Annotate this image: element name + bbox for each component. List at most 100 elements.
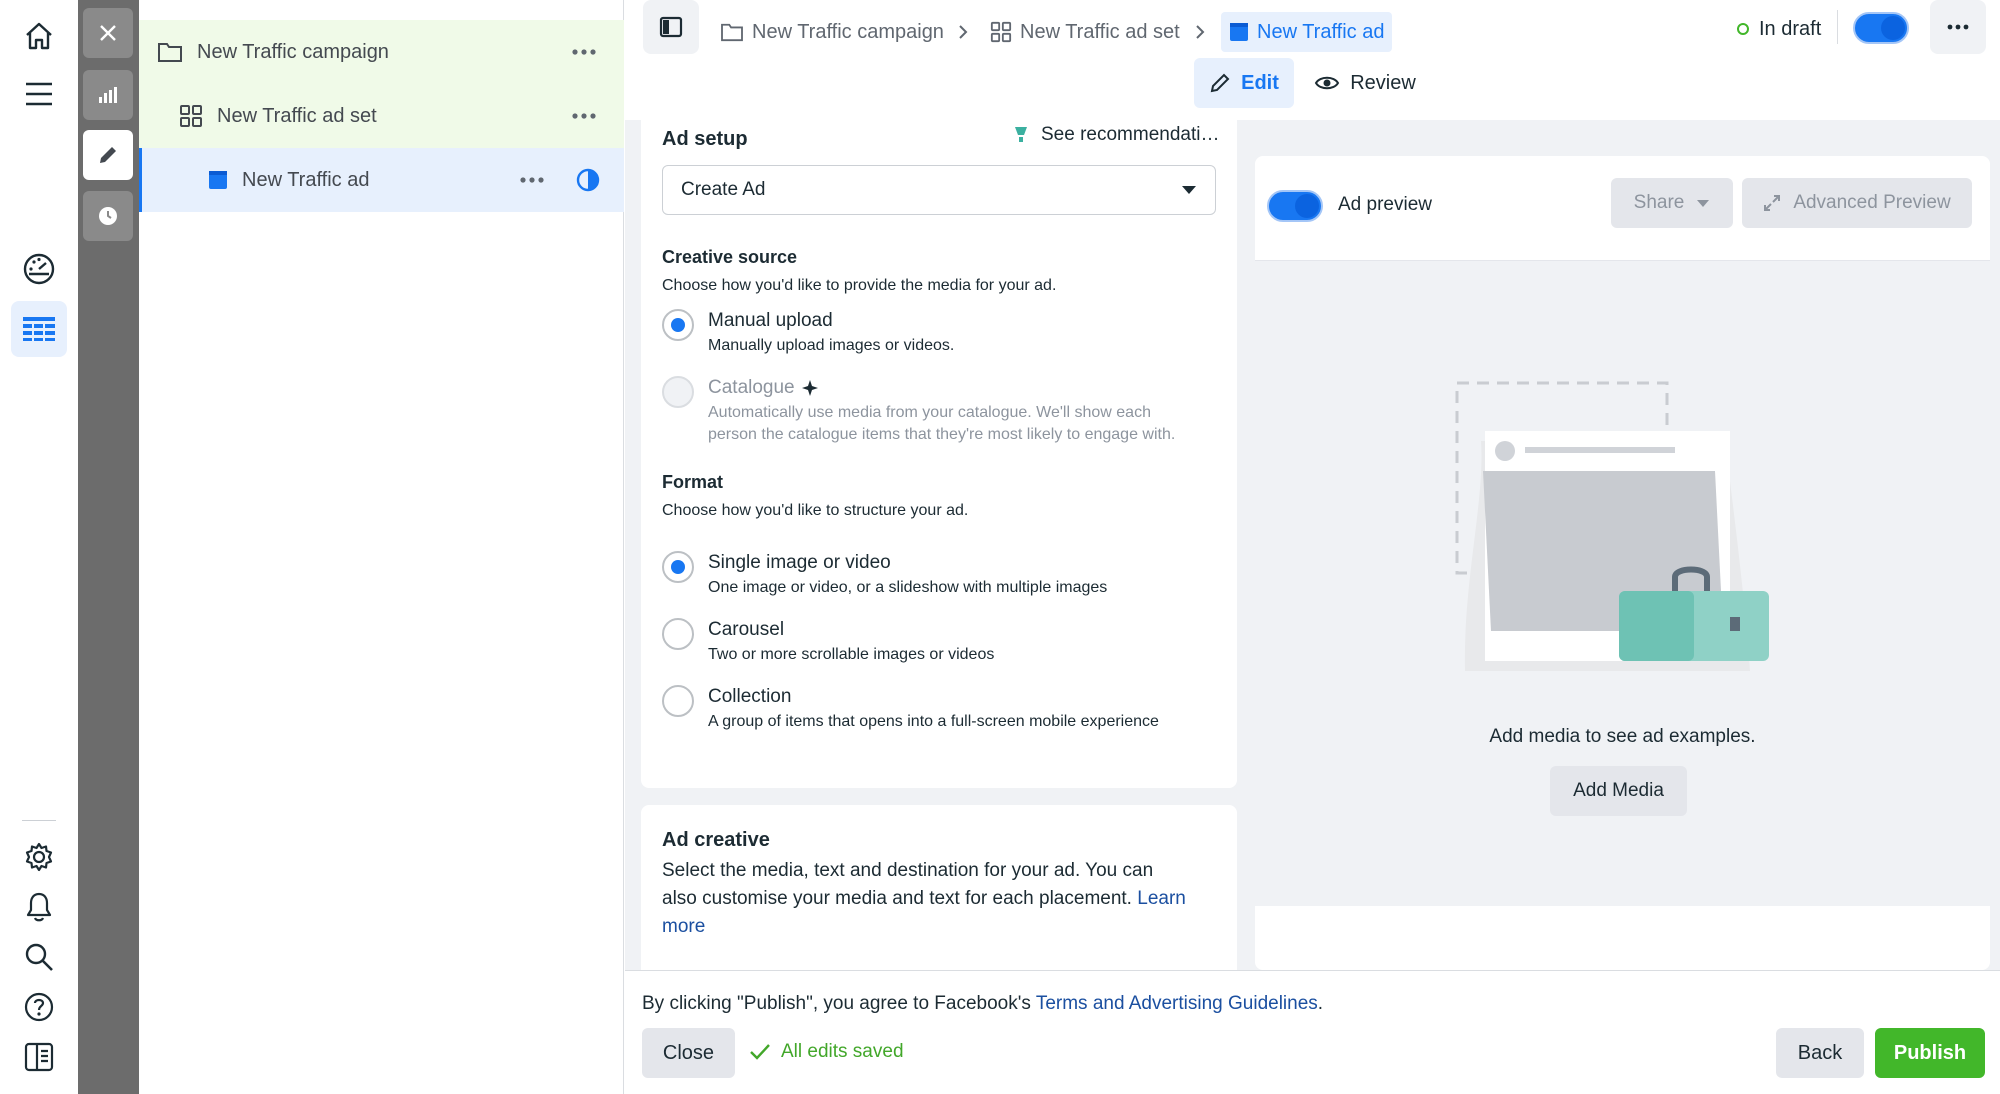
preview-column: Ad preview Share Advanced Preview Add me… xyxy=(1245,120,2000,970)
ad-setup-column: Ad setup See recommendati… Create Ad Cre… xyxy=(625,120,1245,970)
half-circle-status-icon[interactable] xyxy=(576,168,600,192)
terms-link[interactable]: Terms and Advertising Guidelines xyxy=(1036,993,1318,1014)
chart-icon[interactable] xyxy=(83,70,133,120)
ad-preview-label: Ad preview xyxy=(1338,194,1432,215)
notifications-icon[interactable] xyxy=(11,879,67,935)
save-status: All edits saved xyxy=(749,1041,904,1063)
editor-rail xyxy=(78,0,139,1094)
help-icon[interactable] xyxy=(11,979,67,1035)
chevron-right-icon xyxy=(957,24,969,40)
nav-divider xyxy=(22,820,56,821)
chevron-right-icon xyxy=(1194,24,1206,40)
advanced-preview-button[interactable]: Advanced Preview xyxy=(1742,178,1972,228)
publish-notice-text: By clicking "Publish", you agree to Face… xyxy=(642,993,1031,1014)
more-options-icon[interactable] xyxy=(572,42,596,62)
format-desc: Choose how you'd like to structure your … xyxy=(662,502,969,519)
tab-review-label: Review xyxy=(1350,71,1416,94)
single-image-radio[interactable] xyxy=(662,551,694,583)
draft-status: In draft xyxy=(1737,14,1821,44)
publish-button[interactable]: Publish xyxy=(1875,1028,1985,1078)
creative-source-title: Creative source xyxy=(662,247,798,267)
sidebar-toggle-icon[interactable] xyxy=(643,0,699,54)
share-label: Share xyxy=(1633,192,1685,213)
ad-setup-title: Ad setup xyxy=(662,128,748,150)
more-options-icon[interactable] xyxy=(1930,0,1986,54)
caret-down-icon xyxy=(1181,185,1197,195)
edit-pencil-icon[interactable] xyxy=(83,130,133,180)
breadcrumb-campaign-label: New Traffic campaign xyxy=(752,20,944,43)
tree-ad-label: New Traffic ad xyxy=(242,168,370,191)
save-status-label: All edits saved xyxy=(781,1041,904,1062)
carousel-radio[interactable] xyxy=(662,618,694,650)
breadcrumb-campaign[interactable]: New Traffic campaign xyxy=(720,12,944,52)
back-button[interactable]: Back xyxy=(1776,1028,1864,1078)
catalogue-title: Catalogue xyxy=(708,377,795,398)
manual-upload-radio[interactable] xyxy=(662,309,694,341)
breadcrumb-adset[interactable]: New Traffic ad set xyxy=(990,12,1180,52)
folder-icon xyxy=(720,22,744,42)
share-button[interactable]: Share xyxy=(1611,178,1733,228)
ad-setup-card: Ad setup See recommendati… Create Ad Cre… xyxy=(641,120,1237,788)
expand-icon xyxy=(1763,194,1781,212)
eye-icon xyxy=(1314,74,1340,92)
breadcrumb-ad[interactable]: New Traffic ad xyxy=(1221,12,1393,52)
footer-bar: By clicking "Publish", you agree to Face… xyxy=(625,970,2000,1094)
carousel-desc: Two or more scrollable images or videos xyxy=(708,646,995,663)
left-nav xyxy=(0,0,78,1094)
more-options-icon[interactable] xyxy=(572,106,596,126)
collection-radio[interactable] xyxy=(662,685,694,717)
create-ad-select[interactable]: Create Ad xyxy=(662,165,1216,215)
more-options-icon[interactable] xyxy=(520,170,544,190)
ad-creative-desc-line1: Select the media, text and destination f… xyxy=(662,860,1154,881)
manual-upload-desc: Manually upload images or videos. xyxy=(708,337,955,354)
ad-status-toggle[interactable] xyxy=(1853,12,1909,44)
single-image-desc: One image or video, or a slideshow with … xyxy=(708,579,1108,596)
lightbulb-icon xyxy=(1013,125,1029,145)
ad-icon xyxy=(1229,22,1249,42)
campaign-tree: New Traffic campaign New Traffic ad set … xyxy=(139,0,624,1094)
tree-campaign-row[interactable]: New Traffic campaign xyxy=(139,20,624,84)
collection-title: Collection xyxy=(708,686,792,707)
manual-upload-title: Manual upload xyxy=(708,310,833,331)
close-button[interactable]: Close xyxy=(642,1028,735,1078)
learn-more-link-cont[interactable]: more xyxy=(662,913,1222,941)
panel-icon[interactable] xyxy=(11,1029,67,1085)
format-title: Format xyxy=(662,472,724,492)
see-recommendations-label: See recommendati… xyxy=(1041,124,1220,145)
menu-icon[interactable] xyxy=(11,66,67,122)
create-ad-select-value: Create Ad xyxy=(681,179,766,200)
see-recommendations[interactable]: See recommendati… xyxy=(1013,124,1219,146)
settings-icon[interactable] xyxy=(11,829,67,885)
search-icon[interactable] xyxy=(11,929,67,985)
ad-creative-card: Ad creative Select the media, text and d… xyxy=(641,805,1237,970)
creative-source-desc: Choose how you'd like to provide the med… xyxy=(662,277,1057,294)
tab-edit-label: Edit xyxy=(1241,71,1279,94)
tree-ad-row[interactable]: New Traffic ad xyxy=(139,148,624,212)
tab-edit[interactable]: Edit xyxy=(1194,58,1294,108)
table-icon[interactable] xyxy=(11,301,67,357)
history-icon[interactable] xyxy=(83,191,133,241)
learn-more-link[interactable]: Learn xyxy=(1137,888,1186,909)
top-bar: New Traffic campaign New Traffic ad set … xyxy=(625,0,2000,120)
empty-media-illustration xyxy=(1445,381,1785,681)
publish-notice-period: . xyxy=(1317,993,1324,1014)
catalogue-radio[interactable] xyxy=(662,376,694,408)
catalogue-option: Catalogue xyxy=(708,377,819,399)
advanced-preview-label: Advanced Preview xyxy=(1793,192,1951,213)
ad-creative-title: Ad creative xyxy=(662,829,770,851)
divider xyxy=(1837,10,1838,44)
status-label: In draft xyxy=(1759,17,1822,40)
dashboard-icon[interactable] xyxy=(11,241,67,297)
add-media-button[interactable]: Add Media xyxy=(1550,766,1687,816)
tree-adset-row[interactable]: New Traffic ad set xyxy=(139,84,624,148)
sparkle-icon xyxy=(801,379,819,397)
status-dot-icon xyxy=(1737,23,1749,35)
tab-review[interactable]: Review xyxy=(1305,58,1425,108)
pencil-icon xyxy=(1209,72,1231,94)
carousel-title: Carousel xyxy=(708,619,785,640)
ad-preview-toggle[interactable] xyxy=(1267,190,1323,222)
ad-creative-desc-line2: also customise your media and text for e… xyxy=(662,888,1132,909)
close-icon[interactable] xyxy=(83,8,133,58)
ad-icon xyxy=(208,170,228,190)
home-icon[interactable] xyxy=(11,8,67,64)
